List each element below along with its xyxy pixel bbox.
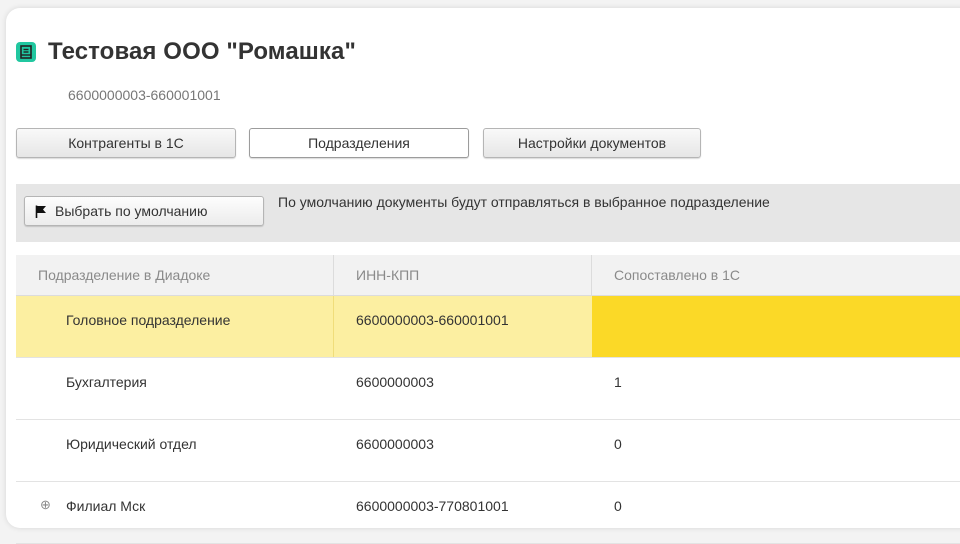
departments-table: Подразделение в Диадоке ИНН-КПП Сопостав… <box>16 255 960 544</box>
matched-cell: 0 <box>614 498 622 514</box>
department-name: Бухгалтерия <box>66 374 147 390</box>
set-default-button-label: Выбрать по умолчанию <box>55 203 208 219</box>
table-row[interactable]: Бухгалтерия 6600000003 1 <box>16 358 960 420</box>
column-header-inn-kpp[interactable]: ИНН-КПП <box>334 255 592 295</box>
tab-document-settings-button[interactable]: Настройки документов <box>483 128 701 158</box>
department-name: Головное подразделение <box>16 296 334 357</box>
info-text: По умолчанию документы будут отправлятьс… <box>278 194 770 210</box>
tab-counterparties-button[interactable]: Контрагенты в 1С <box>16 128 236 158</box>
document-icon <box>16 42 36 62</box>
department-name: Юридический отдел <box>66 436 197 452</box>
info-bar: Выбрать по умолчанию По умолчанию докуме… <box>16 184 960 242</box>
department-name-cell: ⊕ Филиал Мск <box>16 482 334 543</box>
tab-departments-button[interactable]: Подразделения <box>249 128 469 158</box>
table-row[interactable]: Головное подразделение 6600000003-660001… <box>16 296 960 358</box>
set-default-button[interactable]: Выбрать по умолчанию <box>24 196 264 226</box>
inn-kpp-cell: 6600000003 <box>356 374 434 390</box>
inn-kpp-cell: 6600000003-770801001 <box>356 498 509 514</box>
table-row[interactable]: Юридический отдел 6600000003 0 <box>16 420 960 482</box>
page-title: Тестовая ООО "Ромашка" <box>48 38 356 65</box>
column-header-department[interactable]: Подразделение в Диадоке <box>16 255 334 295</box>
table-row[interactable]: ⊕ Филиал Мск 6600000003-770801001 0 <box>16 482 960 544</box>
matched-cell: 1 <box>614 374 622 390</box>
expand-plus-icon[interactable]: ⊕ <box>40 497 51 513</box>
matched-cell[interactable] <box>592 296 960 357</box>
matched-cell: 0 <box>614 436 622 452</box>
inn-kpp-subtitle: 6600000003-660001001 <box>68 87 221 103</box>
table-header: Подразделение в Диадоке ИНН-КПП Сопостав… <box>16 255 960 296</box>
flag-icon <box>35 205 47 218</box>
title-row: Тестовая ООО "Ромашка" <box>16 38 356 66</box>
inn-kpp-cell: 6600000003 <box>356 436 434 452</box>
inn-kpp-cell: 6600000003-660001001 <box>334 296 592 357</box>
column-header-matched[interactable]: Сопоставлено в 1С <box>592 255 960 295</box>
